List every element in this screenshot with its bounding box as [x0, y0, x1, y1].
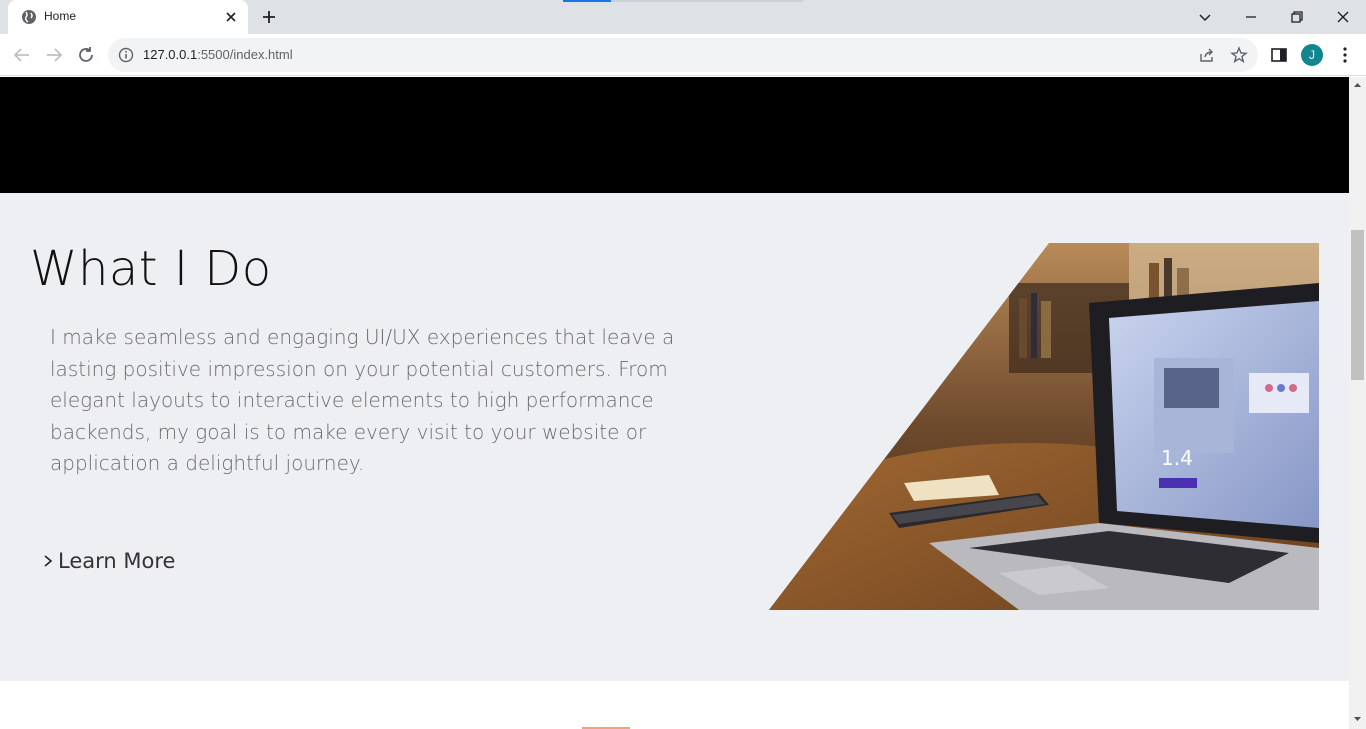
- url-path: :5500/index.html: [197, 47, 293, 62]
- tab-title: Home: [44, 9, 77, 23]
- info-icon[interactable]: [118, 47, 134, 63]
- page-scrollbar[interactable]: [1349, 77, 1366, 729]
- close-icon[interactable]: [223, 9, 239, 25]
- side-panel-icon[interactable]: [1268, 44, 1290, 66]
- star-icon[interactable]: [1230, 46, 1248, 64]
- page-viewport: What I Do I make seamless and engaging U…: [0, 77, 1349, 729]
- address-bar[interactable]: 127.0.0.1:5500/index.html: [108, 38, 1258, 72]
- share-icon[interactable]: [1198, 46, 1216, 64]
- chevron-right-icon: [44, 555, 53, 567]
- restore-icon[interactable]: [1286, 6, 1308, 28]
- hero-banner: [0, 77, 1349, 193]
- reload-icon[interactable]: [75, 44, 97, 66]
- section-paragraph: I make seamless and engaging UI/UX exper…: [50, 325, 675, 475]
- scroll-up-icon[interactable]: [1353, 81, 1362, 90]
- new-tab-icon[interactable]: [260, 8, 278, 26]
- laptop-photo: 1.4: [769, 243, 1319, 610]
- tab-indicator: [563, 0, 611, 2]
- browser-toolbar: 127.0.0.1:5500/index.html: [0, 34, 1366, 76]
- more-vertical-icon[interactable]: [1334, 44, 1356, 66]
- scroll-down-icon[interactable]: [1353, 714, 1362, 723]
- learn-more-link[interactable]: Learn More: [42, 549, 175, 573]
- chevron-down-icon[interactable]: [1194, 6, 1216, 28]
- learn-more-label: Learn More: [58, 549, 176, 573]
- close-window-icon[interactable]: [1332, 6, 1354, 28]
- profile-avatar[interactable]: J: [1301, 44, 1323, 66]
- next-section: [0, 681, 1349, 729]
- section-heading: What I Do: [30, 241, 272, 297]
- globe-icon: [22, 10, 36, 24]
- forward-icon[interactable]: [43, 44, 65, 66]
- minimize-icon[interactable]: [1240, 6, 1262, 28]
- what-i-do-section: What I Do I make seamless and engaging U…: [0, 193, 1349, 681]
- url-host: 127.0.0.1: [143, 47, 198, 62]
- scrollbar-thumb[interactable]: [1351, 230, 1364, 380]
- url-text[interactable]: 127.0.0.1:5500/index.html: [143, 47, 293, 62]
- screen-version: 1.4: [1161, 446, 1193, 470]
- tab-strip: Home: [0, 0, 1366, 34]
- back-icon[interactable]: [11, 44, 33, 66]
- tab-home[interactable]: Home: [8, 0, 248, 34]
- tab-indicator-track: [611, 0, 803, 2]
